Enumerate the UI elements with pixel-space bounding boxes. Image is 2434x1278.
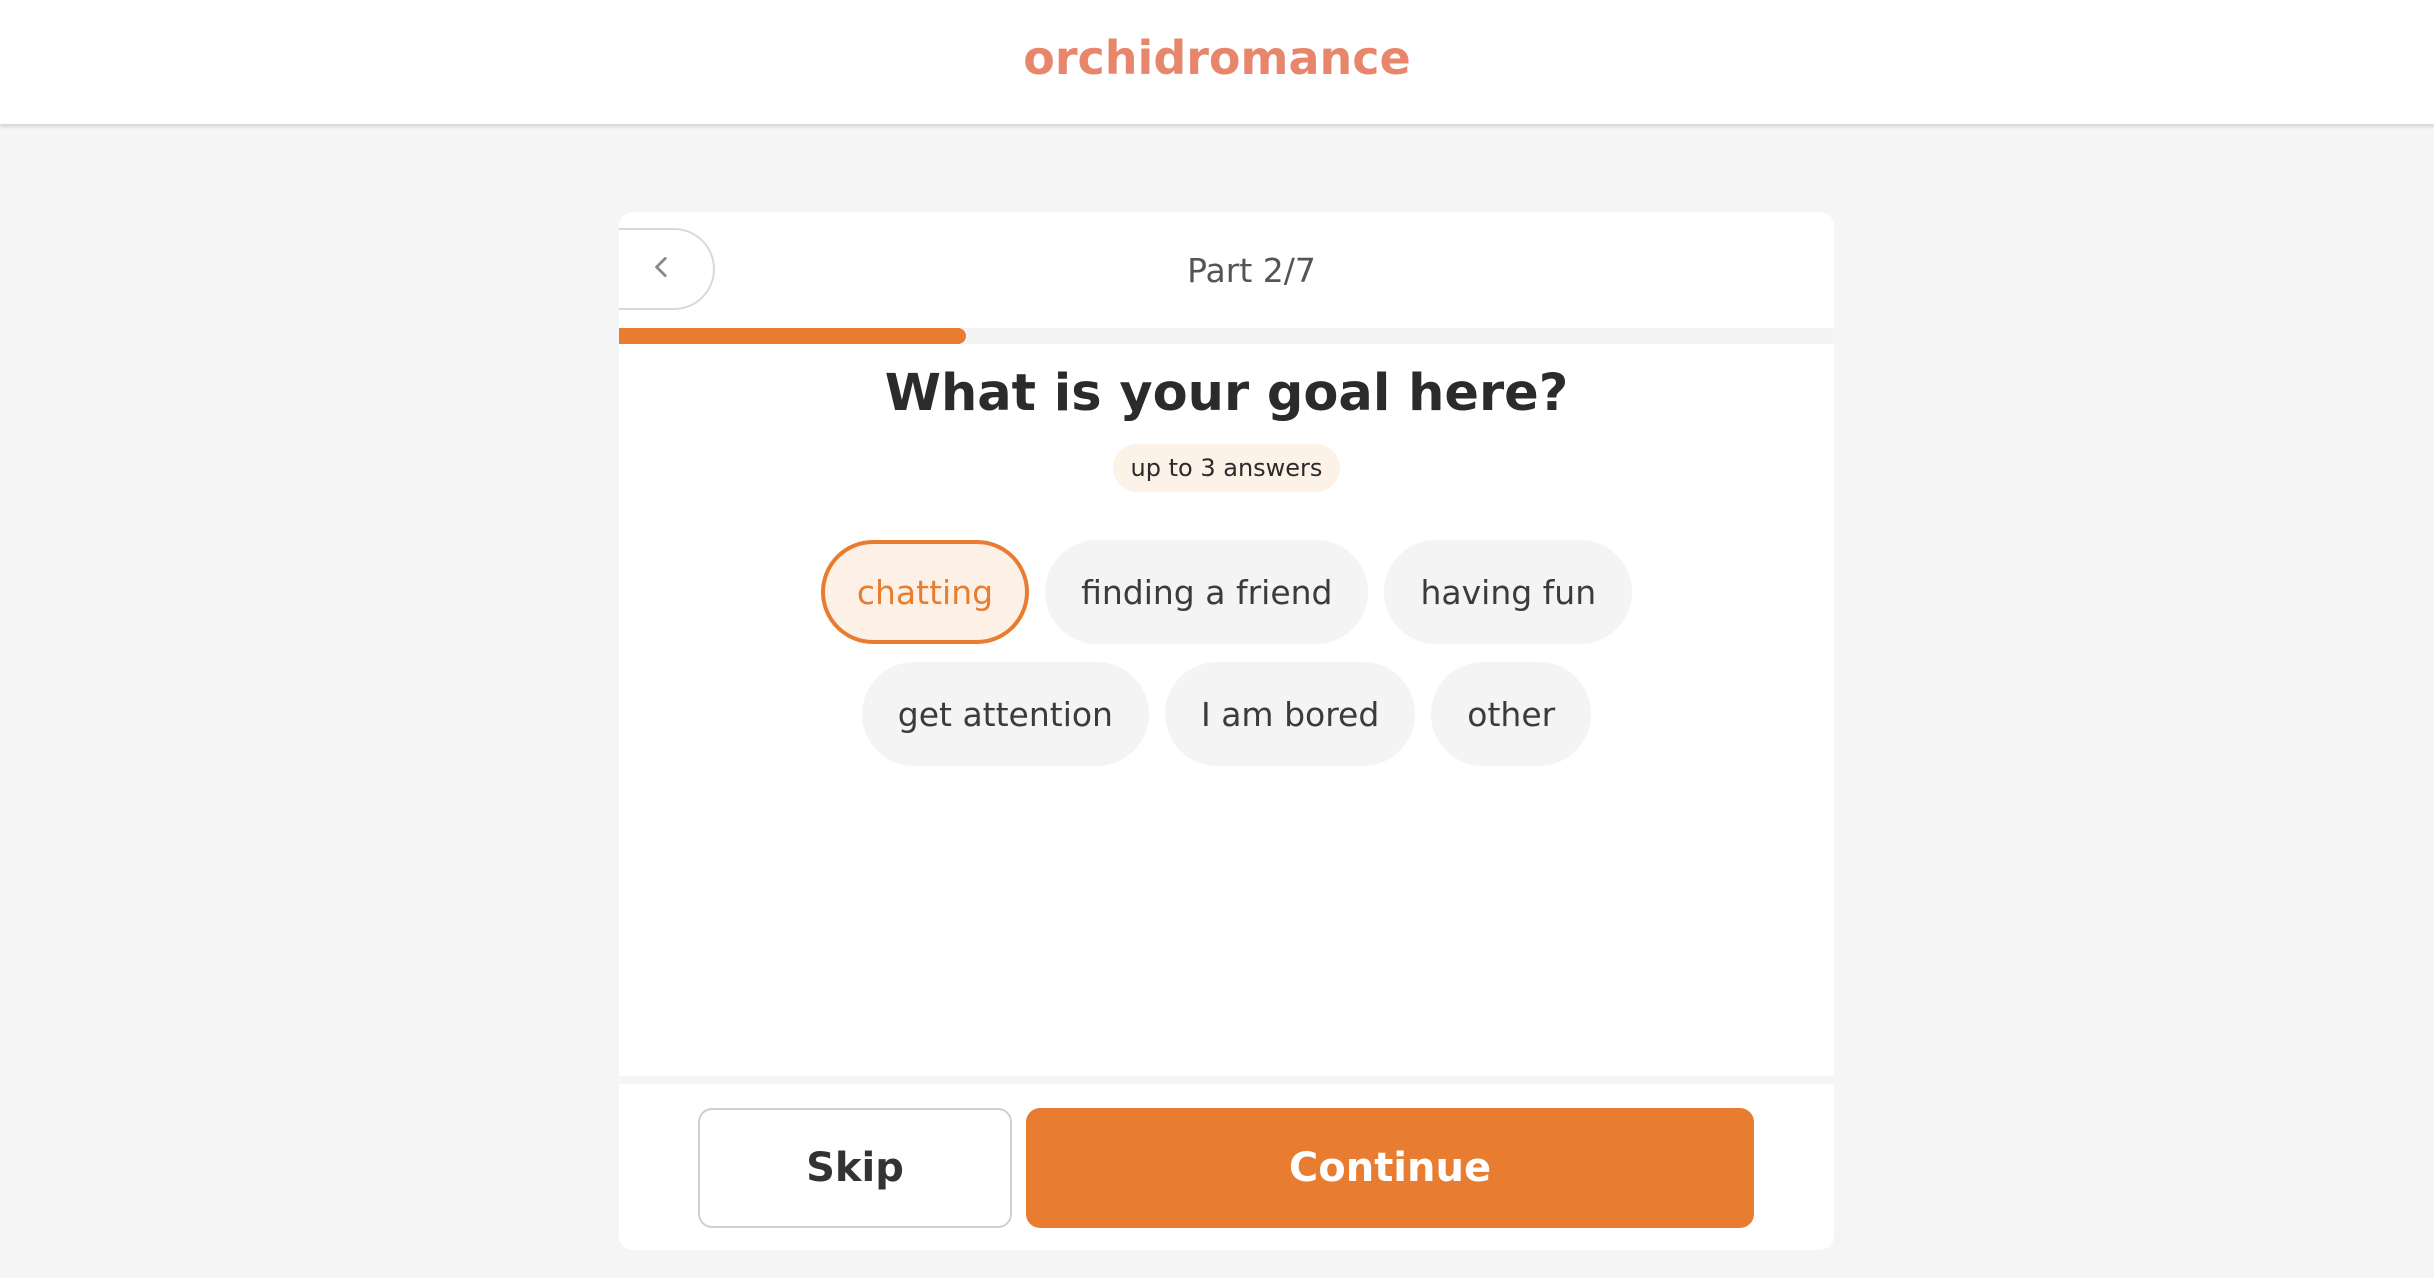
chevron-left-icon <box>649 254 675 284</box>
option-get-attention[interactable]: get attention <box>861 662 1149 766</box>
option-other[interactable]: other <box>1431 662 1592 766</box>
option-i-am-bored[interactable]: I am bored <box>1164 662 1416 766</box>
question-title: What is your goal here? <box>884 364 1569 423</box>
answer-limit-badge: up to 3 answers <box>1112 444 1341 492</box>
progress-bar <box>619 328 1834 344</box>
part-label: Part 2/7 <box>1187 250 1316 290</box>
logo[interactable]: orchidromance <box>1023 31 1410 85</box>
card-footer: Skip Continue <box>619 1076 1834 1250</box>
quiz-card: Part 2/7 What is your goal here? up to 3… <box>619 212 1834 1250</box>
continue-button[interactable]: Continue <box>1026 1108 1754 1228</box>
top-bar: orchidromance <box>0 0 2434 124</box>
option-finding-a-friend[interactable]: finding a friend <box>1045 540 1369 644</box>
option-having-fun[interactable]: having fun <box>1384 540 1633 644</box>
skip-button[interactable]: Skip <box>698 1108 1012 1228</box>
progress-fill <box>619 328 966 344</box>
back-button[interactable] <box>619 228 715 310</box>
card-header: Part 2/7 <box>619 212 1834 328</box>
answer-options: chatting finding a friend having fun get… <box>679 540 1774 766</box>
option-chatting[interactable]: chatting <box>820 540 1030 644</box>
